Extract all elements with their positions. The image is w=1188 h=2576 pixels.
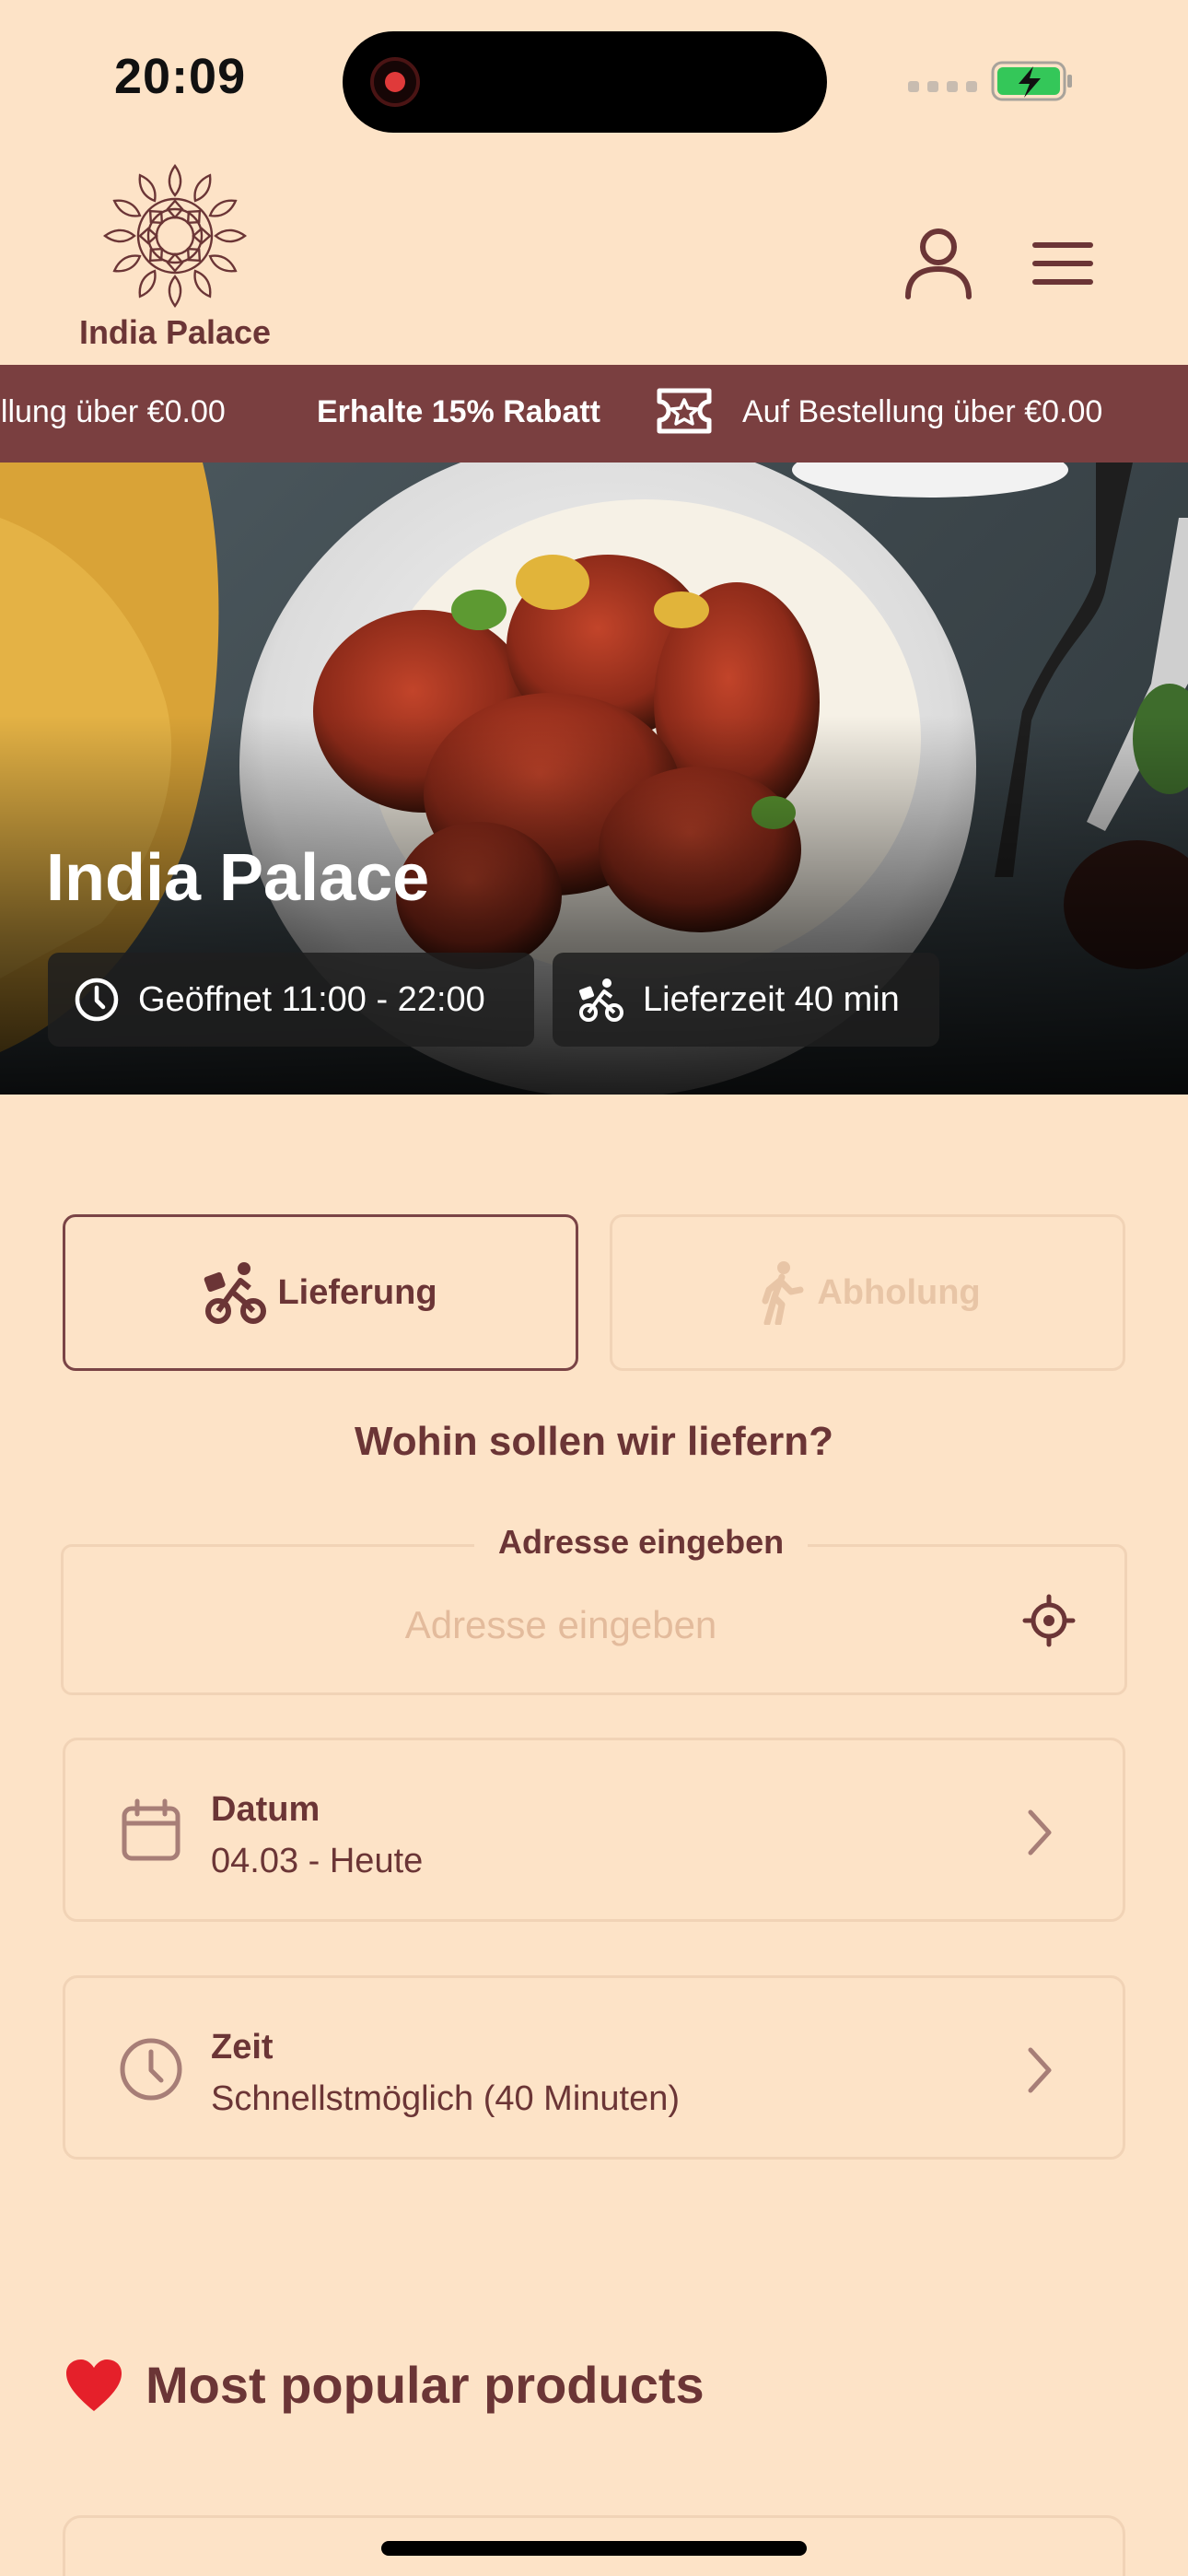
date-selector[interactable]: Datum 04.03 - Heute bbox=[63, 1738, 1125, 1922]
hero-image: India Palace Geöffnet 11:00 - 22:00 Lief… bbox=[0, 463, 1188, 1095]
delivery-time-text: Lieferzeit 40 min bbox=[643, 979, 900, 1019]
date-label: Datum bbox=[211, 1790, 320, 1829]
hamburger-menu-icon[interactable] bbox=[1030, 238, 1096, 289]
date-value: 04.03 - Heute bbox=[211, 1842, 424, 1880]
promo-banner: ellung über €0.00 Erhalte 15% Rabatt Auf… bbox=[0, 365, 1188, 463]
promo-highlight: Erhalte 15% Rabatt bbox=[317, 394, 600, 429]
promo-text-right: Auf Bestellung über €0.00 bbox=[742, 394, 1103, 429]
user-account-icon[interactable] bbox=[901, 225, 976, 300]
delivery-bike-icon bbox=[578, 978, 623, 1022]
delivery-time-badge: Lieferzeit 40 min bbox=[553, 953, 939, 1047]
delivery-mode-button[interactable]: Lieferung bbox=[63, 1214, 578, 1371]
signal-icon bbox=[908, 81, 977, 92]
locate-me-icon[interactable] bbox=[1021, 1593, 1077, 1648]
promo-text-left: ellung über €0.00 bbox=[0, 394, 226, 429]
address-input[interactable] bbox=[100, 1593, 1021, 1657]
clock-icon bbox=[75, 978, 119, 1022]
address-field-label: Adresse eingeben bbox=[474, 1523, 809, 1562]
heart-icon bbox=[66, 2359, 122, 2411]
dynamic-island bbox=[343, 31, 827, 133]
popular-products-title: Most popular products bbox=[146, 2356, 705, 2414]
brand-name: India Palace bbox=[78, 313, 272, 351]
popular-products-heading: Most popular products bbox=[64, 2355, 705, 2415]
mandala-logo-icon bbox=[102, 163, 248, 309]
ticket-icon bbox=[657, 388, 712, 434]
walking-person-icon bbox=[762, 1261, 804, 1325]
time-value: Schnellstmöglich (40 Minuten) bbox=[211, 2079, 681, 2118]
delivery-bike-icon bbox=[204, 1262, 267, 1324]
status-time: 20:09 bbox=[114, 49, 247, 104]
delivery-question-heading: Wohin sollen wir liefern? bbox=[355, 1419, 833, 1464]
chevron-right-icon bbox=[1028, 1809, 1052, 1856]
address-field[interactable]: Adresse eingeben bbox=[61, 1523, 1127, 1695]
clock-icon bbox=[120, 2038, 182, 2101]
restaurant-name: India Palace bbox=[46, 841, 430, 915]
opening-hours-text: Geöffnet 11:00 - 22:00 bbox=[138, 979, 485, 1019]
pickup-mode-button[interactable]: Abholung bbox=[610, 1214, 1125, 1371]
pickup-mode-label: Abholung bbox=[817, 1272, 981, 1312]
delivery-mode-label: Lieferung bbox=[277, 1272, 437, 1312]
home-indicator bbox=[381, 2541, 807, 2556]
chevron-right-icon bbox=[1028, 2047, 1052, 2093]
battery-charging-icon bbox=[991, 61, 1072, 101]
opening-hours-badge: Geöffnet 11:00 - 22:00 bbox=[48, 953, 534, 1047]
time-selector[interactable]: Zeit Schnellstmöglich (40 Minuten) bbox=[63, 1975, 1125, 2160]
screen-recording-icon bbox=[370, 57, 420, 107]
calendar-icon bbox=[122, 1798, 181, 1861]
brand-logo[interactable]: India Palace bbox=[64, 162, 285, 352]
time-label: Zeit bbox=[211, 2028, 274, 2067]
